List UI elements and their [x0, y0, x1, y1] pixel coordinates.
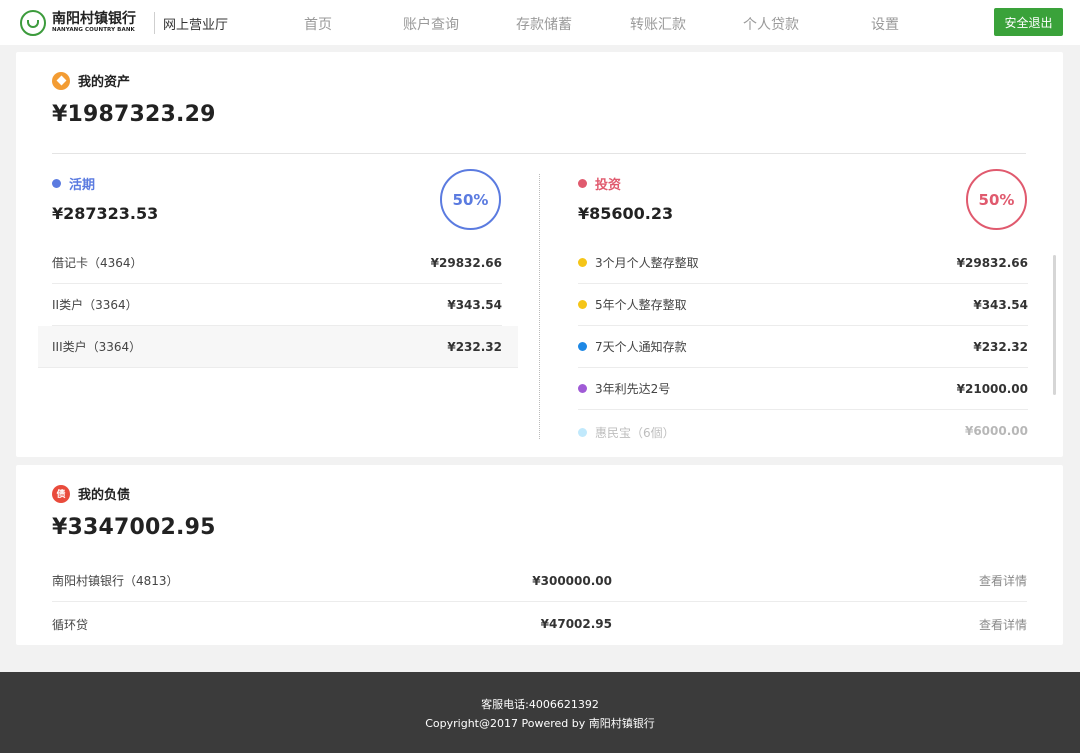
investment-percent-ring: 50% — [966, 169, 1027, 230]
bullet-dot — [578, 384, 587, 393]
row-value: ¥343.54 — [447, 297, 502, 312]
investment-row-huiminbao[interactable]: 惠民宝（6個） ¥6000.00 — [578, 420, 1028, 442]
debt-label: 南阳村镇银行（4813） — [52, 574, 179, 588]
row-value: ¥6000.00 — [964, 424, 1028, 438]
bank-name-en: NANYANG COUNTRY BANK — [52, 27, 135, 34]
current-amount: ¥287323.53 — [52, 204, 159, 223]
debt-value: ¥47002.95 — [540, 617, 612, 631]
investment-header: 投资 — [578, 174, 621, 193]
debt-icon: 债 — [52, 484, 70, 503]
row-value: ¥29832.66 — [956, 255, 1028, 270]
top-header: 南阳村镇银行 NANYANG COUNTRY BANK 网上营业厅 首页 账户查… — [0, 0, 1080, 45]
row-label: 3个月个人整存整取 — [578, 254, 957, 271]
investment-row-3y[interactable]: 3年利先达2号 ¥21000.00 — [578, 368, 1028, 410]
column-divider — [539, 174, 540, 439]
investment-row-5y[interactable]: 5年个人整存整取 ¥343.54 — [578, 284, 1028, 326]
investment-scrollbar[interactable] — [1053, 255, 1056, 395]
bullet-dot — [578, 258, 587, 267]
current-dot — [52, 179, 61, 188]
page-footer: 客服电话:4006621392 Copyright@2017 Powered b… — [0, 672, 1080, 753]
debt-title: 我的负债 — [78, 488, 131, 503]
view-details-link[interactable]: 查看详情 — [979, 616, 1027, 633]
debt-header: 债 我的负债 — [52, 484, 130, 503]
row-label: III类户（3364） — [52, 340, 142, 354]
footer-copyright: Copyright@2017 Powered by 南阳村镇银行 — [425, 717, 655, 730]
logo-divider — [154, 12, 155, 34]
logout-button[interactable]: 安全退出 — [994, 8, 1063, 36]
bullet-dot — [578, 342, 587, 351]
current-percent-ring: 50% — [440, 169, 501, 230]
assets-total: ¥1987323.29 — [52, 102, 216, 127]
debt-value: ¥300000.00 — [532, 573, 612, 588]
debt-row-revolving: 循环贷 ¥47002.95 查看详情 — [52, 603, 1027, 645]
footer-phone: 客服电话:4006621392 — [481, 698, 599, 711]
bank-name-cn: 南阳村镇银行 — [52, 11, 136, 28]
row-value: ¥343.54 — [973, 297, 1028, 312]
row-label: 借记卡（4364） — [52, 256, 143, 270]
bank-logo[interactable]: 南阳村镇银行 NANYANG COUNTRY BANK — [20, 10, 136, 36]
debt-total: ¥3347002.95 — [52, 515, 216, 540]
debt-label: 循环贷 — [52, 617, 89, 632]
investment-amount: ¥85600.23 — [578, 204, 674, 223]
nav-transfer[interactable]: 转账汇款 — [630, 14, 686, 34]
site-name: 网上营业厅 — [163, 18, 229, 33]
row-value: ¥232.32 — [973, 339, 1028, 354]
debt-row-bank: 南阳村镇银行（4813） ¥300000.00 查看详情 — [52, 560, 1027, 602]
debt-card: 债 我的负债 ¥3347002.95 南阳村镇银行（4813） ¥300000.… — [16, 465, 1063, 645]
investment-dot — [578, 179, 587, 188]
assets-header: 我的资产 — [52, 71, 130, 90]
divider — [52, 153, 1026, 154]
row-value: ¥29832.66 — [430, 255, 502, 270]
diamond-icon — [52, 71, 70, 90]
bullet-dot — [578, 428, 587, 437]
view-details-link[interactable]: 查看详情 — [979, 572, 1027, 589]
current-row-class3[interactable]: III类户（3364） ¥232.32 — [38, 326, 518, 368]
current-row-class2[interactable]: II类户（3364） ¥343.54 — [52, 284, 502, 326]
current-title: 活期 — [69, 178, 96, 193]
investment-title: 投资 — [595, 178, 622, 193]
row-label: 7天个人通知存款 — [578, 338, 973, 355]
row-label: 5年个人整存整取 — [578, 296, 973, 313]
nav-home[interactable]: 首页 — [304, 14, 332, 34]
investment-row-7d[interactable]: 7天个人通知存款 ¥232.32 — [578, 326, 1028, 368]
nav-deposit[interactable]: 存款储蓄 — [516, 14, 572, 34]
assets-title: 我的资产 — [78, 75, 131, 90]
row-label: II类户（3364） — [52, 298, 138, 312]
nav-settings[interactable]: 设置 — [871, 14, 899, 34]
bank-logo-icon — [20, 10, 46, 36]
bullet-dot — [578, 300, 587, 309]
assets-card: 我的资产 ¥1987323.29 活期 ¥287323.53 50% 借记卡（4… — [16, 52, 1063, 457]
row-label: 3年利先达2号 — [578, 380, 957, 397]
row-value: ¥21000.00 — [956, 381, 1028, 396]
row-label: 惠民宝（6個） — [578, 424, 965, 441]
investment-row-3m[interactable]: 3个月个人整存整取 ¥29832.66 — [578, 242, 1028, 284]
current-row-debit[interactable]: 借记卡（4364） ¥29832.66 — [52, 242, 502, 284]
current-header: 活期 — [52, 174, 95, 193]
row-value: ¥232.32 — [447, 339, 502, 354]
nav-personal-loan[interactable]: 个人贷款 — [743, 14, 799, 34]
nav-account-query[interactable]: 账户查询 — [403, 14, 459, 34]
